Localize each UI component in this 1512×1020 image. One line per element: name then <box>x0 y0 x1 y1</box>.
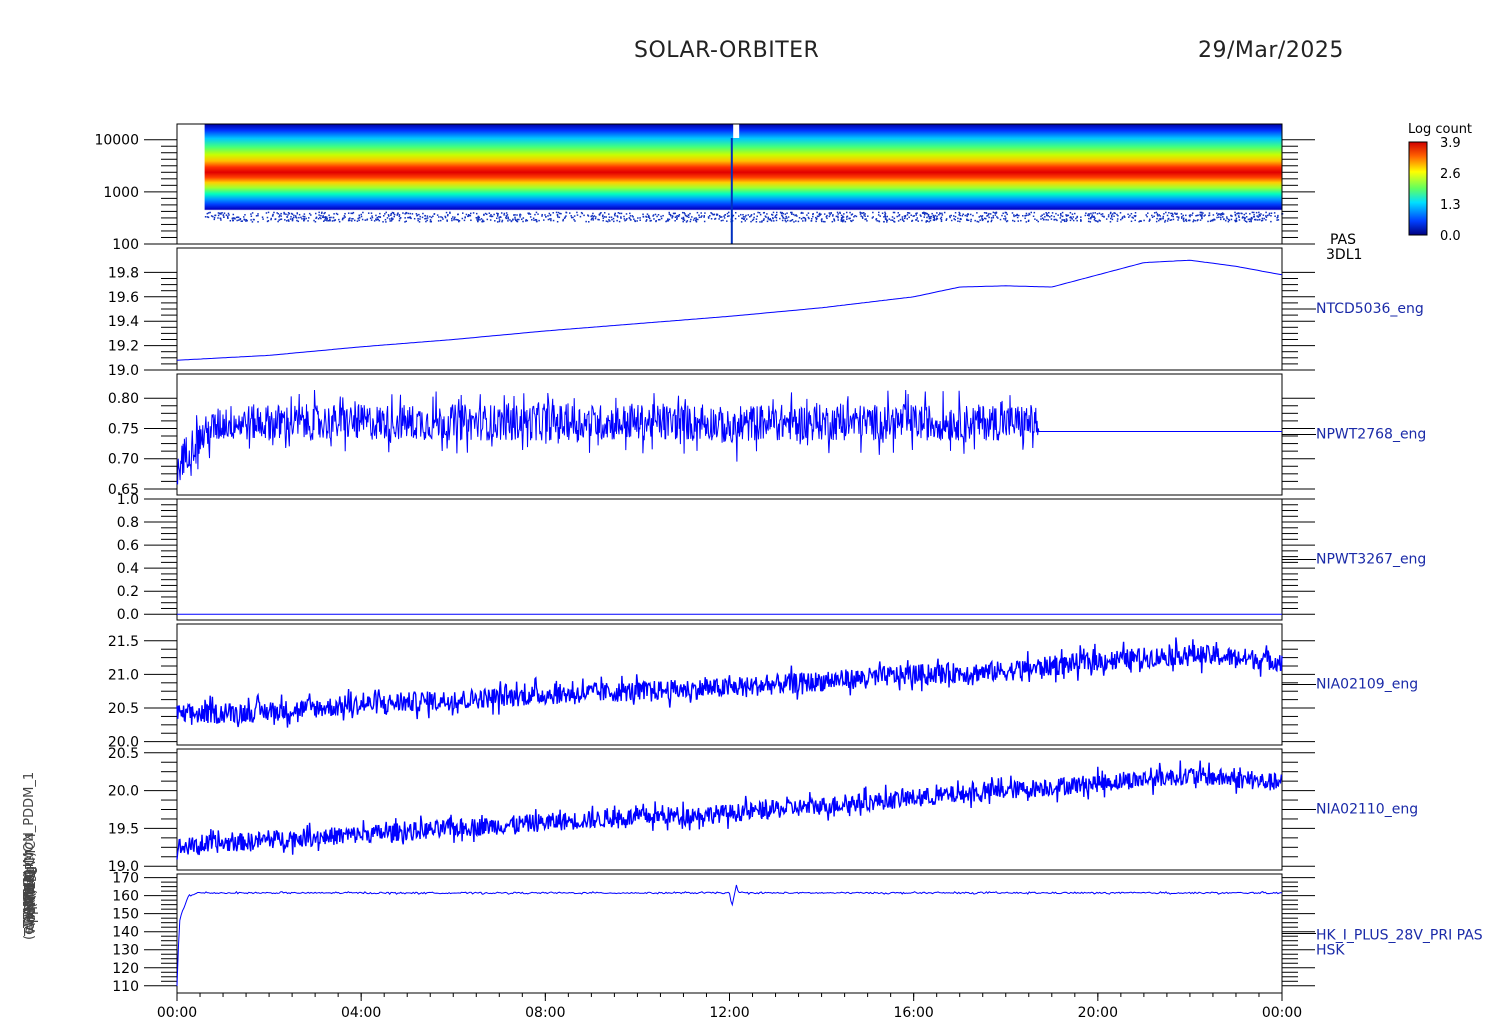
plot-area: Log count3.9 2.6 1.3 0.0 10000 1000 100 PAS3DL1… <box>94 122 1483 1020</box>
y-tick-label: 0.80 <box>108 391 139 407</box>
series-line <box>176 760 1283 860</box>
series-line <box>176 637 1283 728</box>
x-tick-label: 04:00 <box>341 1005 381 1020</box>
series-line <box>176 259 1283 361</box>
y-tick-label: 19.2 <box>108 339 139 355</box>
series-line <box>176 884 1283 987</box>
panel-frame <box>176 247 1283 371</box>
series-line <box>176 389 1282 485</box>
y-tick-label: 1000 <box>103 185 139 201</box>
panel-frame <box>176 498 1283 621</box>
y-tick-label: 0.70 <box>108 452 139 468</box>
y-tick-label: 120 <box>112 961 139 977</box>
panel-label: PAS <box>1330 232 1356 248</box>
panel-frame <box>176 623 1283 746</box>
y-tick-label: 19.6 <box>108 290 139 306</box>
y-tick-label: 0.8 <box>117 515 139 531</box>
panel-label: NTCD5036_eng <box>1316 301 1424 317</box>
colorbar-title: Log count <box>1408 122 1472 137</box>
y-tick-label: 1.0 <box>117 492 139 508</box>
x-tick-label: 20:00 <box>1078 1005 1118 1020</box>
y-tick-label: 20.5 <box>108 701 139 717</box>
y-tick-label: 140 <box>112 925 139 941</box>
y-tick-label: 110 <box>112 979 139 995</box>
y-tick-label: 0.6 <box>117 538 139 554</box>
x-tick-label: 00:00 <box>1262 1005 1302 1020</box>
y-tick-label: 160 <box>112 889 139 905</box>
y-tick-label: 19.4 <box>108 314 139 330</box>
colorbar-tick-label: 1.3 <box>1440 198 1461 213</box>
y-tick-label: 21.0 <box>108 667 139 683</box>
y-tick-label: 19.0 <box>108 363 139 379</box>
panel-label: HSK <box>1316 943 1345 959</box>
colorbar <box>1408 141 1428 236</box>
colorbar-tick-label: 0.0 <box>1440 229 1461 244</box>
y-tick-label: 20.0 <box>108 784 139 800</box>
panel-label: 3DL1 <box>1326 247 1362 263</box>
y-tick-label: 21.5 <box>108 634 139 650</box>
x-tick-label: 08:00 <box>525 1005 565 1020</box>
y-tick-label: 19.5 <box>108 821 139 837</box>
panel-label: NPWT3267_eng <box>1316 552 1426 568</box>
panel-label: NIA02109_eng <box>1316 677 1418 693</box>
y-tick-label: 0.75 <box>108 421 139 437</box>
panel-label: HK_I_PLUS_28V_PRI PAS <box>1316 928 1483 944</box>
y-tick-label: 10000 <box>94 133 139 149</box>
panel-label: NPWT2768_eng <box>1316 427 1426 443</box>
y-tick-label: 170 <box>112 871 139 887</box>
data-gap <box>733 124 740 138</box>
y-tick-label: 100 <box>112 237 139 253</box>
colorbar-tick-label: 3.9 <box>1440 136 1461 151</box>
y-tick-label: 130 <box>112 943 139 959</box>
x-tick-label: 00:00 <box>157 1005 197 1020</box>
y-tick-label: 0.0 <box>117 607 139 623</box>
y-tick-label: 0.2 <box>117 584 139 600</box>
y-tick-label: 150 <box>112 907 139 923</box>
y-tick-label: 0.4 <box>117 561 139 577</box>
panel-label: NIA02110_eng <box>1316 802 1418 818</box>
x-tick-label: 16:00 <box>893 1005 933 1020</box>
y-tick-label: 19.8 <box>108 265 139 281</box>
panel-frame <box>176 873 1283 994</box>
colorbar-tick-label: 2.6 <box>1440 167 1461 182</box>
spectrogram-image <box>204 124 1282 227</box>
y-tick-label: 20.5 <box>108 746 139 762</box>
x-tick-label: 12:00 <box>709 1005 749 1020</box>
